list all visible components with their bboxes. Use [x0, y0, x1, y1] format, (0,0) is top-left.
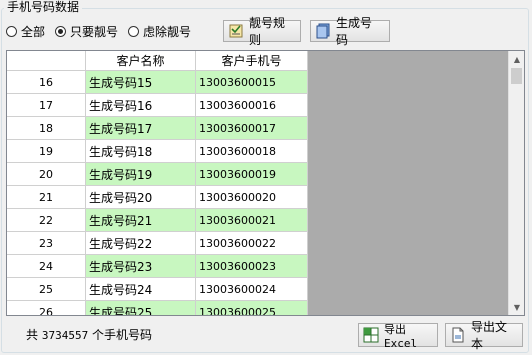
row-number-cell[interactable]: 17 — [7, 94, 86, 116]
radio-exclude-pretty-label: 虑除靓号 — [143, 24, 192, 39]
scroll-thumb[interactable] — [511, 68, 522, 84]
total-count-text: 共 3734557 个手机号码 — [26, 326, 152, 343]
customer-phone-cell[interactable]: 13003600016 — [196, 94, 308, 116]
customer-phone-cell[interactable]: 13003600015 — [196, 71, 308, 93]
table-row[interactable]: 24 生成号码23 13003600023 — [7, 255, 308, 278]
pretty-rules-button[interactable]: 靓号规则 — [223, 16, 301, 47]
customer-phone-cell[interactable]: 13003600019 — [196, 163, 308, 185]
export-excel-button[interactable]: 导出Excel — [358, 322, 438, 350]
grid-header: 客户名称 客户手机号 — [7, 51, 308, 71]
total-prefix: 共 — [26, 328, 39, 342]
row-number-cell[interactable]: 20 — [7, 163, 86, 185]
customer-phone-cell[interactable]: 13003600017 — [196, 117, 308, 139]
customer-name-header[interactable]: 客户名称 — [86, 51, 196, 70]
customer-name-cell[interactable]: 生成号码22 — [86, 232, 196, 254]
table-row[interactable]: 21 生成号码20 13003600020 — [7, 186, 308, 209]
customer-name-cell[interactable]: 生成号码17 — [86, 117, 196, 139]
group-title: 手机号码数据 — [4, 0, 83, 14]
row-number-cell[interactable]: 25 — [7, 278, 86, 300]
row-number-cell[interactable]: 23 — [7, 232, 86, 254]
row-number-header[interactable] — [7, 51, 86, 70]
customer-name-cell[interactable]: 生成号码24 — [86, 278, 196, 300]
radio-exclude-pretty[interactable]: 虑除靓号 — [128, 23, 191, 40]
row-number-cell[interactable]: 16 — [7, 71, 86, 93]
customer-name-cell[interactable]: 生成号码19 — [86, 163, 196, 185]
table-row[interactable]: 22 生成号码21 13003600021 — [7, 209, 308, 232]
text-file-icon — [450, 327, 466, 343]
phone-data-grid[interactable]: 客户名称 客户手机号 16 生成号码15 13003600015 17 生成号码16 13… — [6, 50, 525, 316]
radio-circle[interactable] — [6, 25, 17, 37]
generate-numbers-label: 生成号码 — [336, 16, 373, 47]
scroll-down-icon[interactable]: ▼ — [509, 299, 524, 315]
grid-rows: 16 生成号码15 13003600015 17 生成号码16 13003600016 18… — [7, 71, 308, 315]
radio-all-label: 全部 — [21, 24, 46, 39]
export-text-button[interactable]: 导出文本 — [445, 320, 523, 351]
pretty-rules-label: 靓号规则 — [249, 16, 286, 47]
generate-numbers-button[interactable]: 生成号码 — [310, 16, 390, 47]
table-row[interactable]: 20 生成号码19 13003600019 — [7, 163, 308, 186]
radio-only-pretty[interactable]: 只要靓号 — [55, 23, 118, 40]
table-row[interactable]: 23 生成号码22 13003600022 — [7, 232, 308, 255]
customer-name-cell[interactable]: 生成号码18 — [86, 140, 196, 162]
table-row[interactable]: 26 生成号码25 13003600025 — [7, 301, 308, 315]
radio-all[interactable]: 全部 — [6, 23, 45, 40]
filter-radio-group: 全部 只要靓号 虑除靓号 — [6, 20, 201, 42]
customer-name-cell[interactable]: 生成号码15 — [86, 71, 196, 93]
customer-phone-cell[interactable]: 13003600023 — [196, 255, 308, 277]
total-suffix: 个手机号码 — [92, 328, 153, 342]
table-row[interactable]: 16 生成号码15 13003600015 — [7, 71, 308, 94]
table-row[interactable]: 19 生成号码18 13003600018 — [7, 140, 308, 163]
row-number-cell[interactable]: 22 — [7, 209, 86, 231]
export-excel-label: 导出Excel — [384, 322, 418, 350]
row-number-cell[interactable]: 24 — [7, 255, 86, 277]
customer-phone-cell[interactable]: 13003600022 — [196, 232, 308, 254]
export-text-label: 导出文本 — [471, 320, 508, 351]
customer-phone-cell[interactable]: 13003600025 — [196, 301, 308, 315]
customer-name-cell[interactable]: 生成号码20 — [86, 186, 196, 208]
customer-phone-header[interactable]: 客户手机号 — [196, 51, 308, 70]
excel-icon — [363, 327, 379, 343]
customer-name-cell[interactable]: 生成号码23 — [86, 255, 196, 277]
radio-circle[interactable] — [128, 25, 140, 37]
rules-icon — [228, 23, 244, 39]
vertical-scrollbar[interactable]: ▲ ▼ — [508, 51, 524, 315]
generate-icon — [315, 23, 331, 39]
table-row[interactable]: 18 生成号码17 13003600017 — [7, 117, 308, 140]
total-count: 3734557 — [41, 329, 89, 342]
customer-name-cell[interactable]: 生成号码16 — [86, 94, 196, 116]
row-number-cell[interactable]: 21 — [7, 186, 86, 208]
customer-phone-cell[interactable]: 13003600021 — [196, 209, 308, 231]
customer-name-cell[interactable]: 生成号码25 — [86, 301, 196, 315]
row-number-cell[interactable]: 18 — [7, 117, 86, 139]
customer-name-cell[interactable]: 生成号码21 — [86, 209, 196, 231]
customer-phone-cell[interactable]: 13003600024 — [196, 278, 308, 300]
radio-circle-checked[interactable] — [55, 25, 67, 37]
row-number-cell[interactable]: 19 — [7, 140, 86, 162]
scroll-up-icon[interactable]: ▲ — [509, 51, 524, 67]
table-row[interactable]: 17 生成号码16 13003600016 — [7, 94, 308, 117]
radio-only-pretty-label: 只要靓号 — [70, 24, 119, 39]
customer-phone-cell[interactable]: 13003600020 — [196, 186, 308, 208]
table-row[interactable]: 25 生成号码24 13003600024 — [7, 278, 308, 301]
row-number-cell[interactable]: 26 — [7, 301, 86, 315]
customer-phone-cell[interactable]: 13003600018 — [196, 140, 308, 162]
